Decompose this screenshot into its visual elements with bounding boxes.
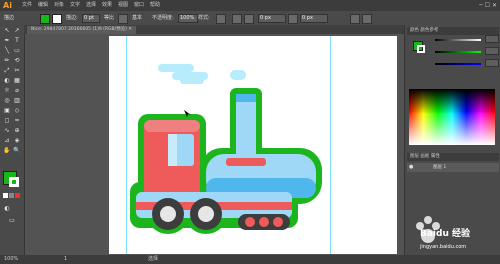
perspective-tool-icon[interactable]: ⊿ bbox=[3, 137, 11, 145]
opacity-label: 不透明度: bbox=[152, 15, 174, 21]
eyedropper-tool-icon[interactable]: ⌀ bbox=[13, 87, 21, 95]
watermark-url: jingyan.baidu.com bbox=[420, 244, 467, 250]
line-tool-icon[interactable]: ╲ bbox=[3, 47, 11, 55]
zoom-tool-icon[interactable]: 🔍 bbox=[13, 147, 21, 155]
b-value-field[interactable] bbox=[485, 59, 499, 67]
menu-type[interactable]: 文字 bbox=[70, 0, 80, 11]
menu-bar: Ai 文件 编辑 对象 文字 选择 效果 视图 窗口 帮助 ─ ☐ ✕ bbox=[0, 0, 500, 11]
hand-tool-icon[interactable]: ✋ bbox=[3, 147, 11, 155]
slider-r[interactable] bbox=[435, 39, 481, 41]
small-wheel-3 bbox=[273, 217, 283, 227]
menu-help[interactable]: 帮助 bbox=[150, 0, 160, 11]
watermark-brand: Baidu 经验 bbox=[420, 229, 471, 239]
app-logo: Ai bbox=[3, 1, 12, 10]
brush-dropdown[interactable] bbox=[118, 14, 128, 24]
menu-button[interactable] bbox=[362, 14, 372, 24]
opacity-field[interactable]: 100% bbox=[178, 14, 198, 23]
uniform-label[interactable]: 等比 bbox=[104, 14, 114, 21]
boiler-stripe bbox=[226, 158, 266, 166]
selection-tool-icon[interactable]: ↖ bbox=[3, 27, 11, 35]
r-value-field[interactable] bbox=[485, 35, 499, 43]
warp-tool-icon[interactable]: ∿ bbox=[3, 127, 11, 135]
eraser-tool-icon[interactable]: ◻ bbox=[3, 117, 11, 125]
layers-panel-header[interactable]: 图层 画板 属性 bbox=[407, 153, 499, 161]
pen-tool-icon[interactable]: ✒ bbox=[3, 37, 11, 45]
layer-name: 图层 1 bbox=[433, 165, 447, 170]
rectangle-tool-icon[interactable]: ▭ bbox=[13, 47, 21, 55]
style-label: 样式: bbox=[198, 15, 210, 21]
train-illustration[interactable] bbox=[120, 52, 330, 247]
guide-right bbox=[330, 36, 331, 254]
small-wheel-1 bbox=[245, 217, 255, 227]
graph-tool-icon[interactable]: ▥ bbox=[13, 97, 21, 105]
menu-file[interactable]: 文件 bbox=[22, 0, 32, 11]
menu-edit[interactable]: 编辑 bbox=[38, 0, 48, 11]
type-tool-icon[interactable]: T bbox=[13, 37, 21, 45]
cloud-icon[interactable] bbox=[158, 64, 246, 84]
width-tool-icon[interactable]: ≈ bbox=[13, 117, 21, 125]
color-mode-button[interactable] bbox=[3, 193, 8, 198]
chimney-top bbox=[236, 94, 256, 102]
stroke-color-swatch[interactable] bbox=[9, 177, 19, 187]
mesh-tool-icon[interactable]: ▦ bbox=[13, 77, 21, 85]
x-field[interactable]: 0 px bbox=[258, 14, 286, 23]
slider-b[interactable] bbox=[435, 63, 481, 65]
style-dropdown[interactable] bbox=[216, 14, 226, 24]
live-paint-tool-icon[interactable]: ◈ bbox=[13, 137, 21, 145]
control-left-label: 描边 bbox=[4, 15, 15, 21]
panel-stroke-swatch[interactable] bbox=[417, 45, 425, 53]
status-mode: 选择 bbox=[148, 256, 159, 262]
tools-panel: ↖ ↗ ✒ T ╲ ▭ ✏ ⟲ ⤢ ✂ ◐ ▦ ☼ ⌀ ◎ ▥ ▣ ◇ ◻ ≈ … bbox=[0, 25, 25, 255]
small-wheel-2 bbox=[259, 217, 269, 227]
document-tab-bar: Nice: 29847807 20160605 (1)9 (RGB/预览) ✕ bbox=[24, 25, 404, 34]
color-spectrum[interactable] bbox=[409, 89, 495, 145]
artboard-tool-icon[interactable]: ▣ bbox=[3, 107, 11, 115]
page-number[interactable]: 1 bbox=[64, 255, 67, 264]
pencil-tool-icon[interactable]: ✏ bbox=[3, 57, 11, 65]
menu-select[interactable]: 选择 bbox=[86, 0, 96, 11]
direct-selection-tool-icon[interactable]: ↗ bbox=[13, 27, 21, 35]
scissors-tool-icon[interactable]: ✂ bbox=[13, 67, 21, 75]
layer-row[interactable]: ● 图层 1 bbox=[407, 163, 499, 172]
transform-button[interactable] bbox=[244, 14, 254, 24]
window-shine bbox=[168, 134, 177, 166]
eye-icon[interactable]: ● bbox=[409, 164, 413, 170]
train-cab-roof bbox=[144, 120, 200, 132]
w-field[interactable]: 0 px bbox=[300, 14, 328, 23]
stroke-label: 描边: bbox=[66, 15, 78, 21]
arrange-button[interactable] bbox=[350, 14, 360, 24]
menu-object[interactable]: 对象 bbox=[54, 0, 64, 11]
wheel-1-hub bbox=[160, 206, 176, 222]
rotate-tool-icon[interactable]: ⟲ bbox=[13, 57, 21, 65]
slider-g[interactable] bbox=[435, 51, 481, 53]
menu-window[interactable]: 窗口 bbox=[134, 0, 144, 11]
stroke-swatch[interactable] bbox=[52, 14, 62, 24]
none-mode-button[interactable] bbox=[15, 193, 20, 198]
blend-tool-icon[interactable]: ◎ bbox=[3, 97, 11, 105]
draw-mode-icon[interactable]: ◐ bbox=[3, 205, 11, 213]
menu-view[interactable]: 视图 bbox=[118, 0, 128, 11]
window-controls[interactable]: ─ ☐ ✕ bbox=[479, 0, 497, 11]
menu-effect[interactable]: 效果 bbox=[102, 0, 112, 11]
gradient-mode-button[interactable] bbox=[9, 193, 14, 198]
slice-tool-icon[interactable]: ◇ bbox=[13, 107, 21, 115]
scale-tool-icon[interactable]: ⤢ bbox=[3, 67, 11, 75]
shape-builder-tool-icon[interactable]: ⊕ bbox=[13, 127, 21, 135]
basic-label[interactable]: 基本 bbox=[132, 14, 142, 21]
align-button[interactable] bbox=[232, 14, 242, 24]
zoom-level[interactable]: 100% bbox=[4, 255, 18, 264]
stroke-weight-field[interactable]: 0 pt bbox=[82, 14, 100, 23]
control-bar: 描边 描边: 0 pt 等比 基本 不透明度: 100% 样式: 0 px 0 … bbox=[0, 11, 500, 26]
link-button[interactable] bbox=[288, 14, 298, 24]
color-panel-header[interactable]: 颜色 颜色参考 bbox=[407, 27, 499, 35]
screen-mode-icon[interactable]: ▭ bbox=[8, 217, 16, 225]
fill-swatch[interactable] bbox=[40, 14, 50, 24]
g-value-field[interactable] bbox=[485, 47, 499, 55]
symbol-tool-icon[interactable]: ☼ bbox=[3, 87, 11, 95]
gradient-tool-icon[interactable]: ◐ bbox=[3, 77, 11, 85]
document-tab[interactable]: Nice: 29847807 20160605 (1)9 (RGB/预览) ✕ bbox=[27, 26, 137, 34]
wheel-2-hub bbox=[198, 206, 214, 222]
